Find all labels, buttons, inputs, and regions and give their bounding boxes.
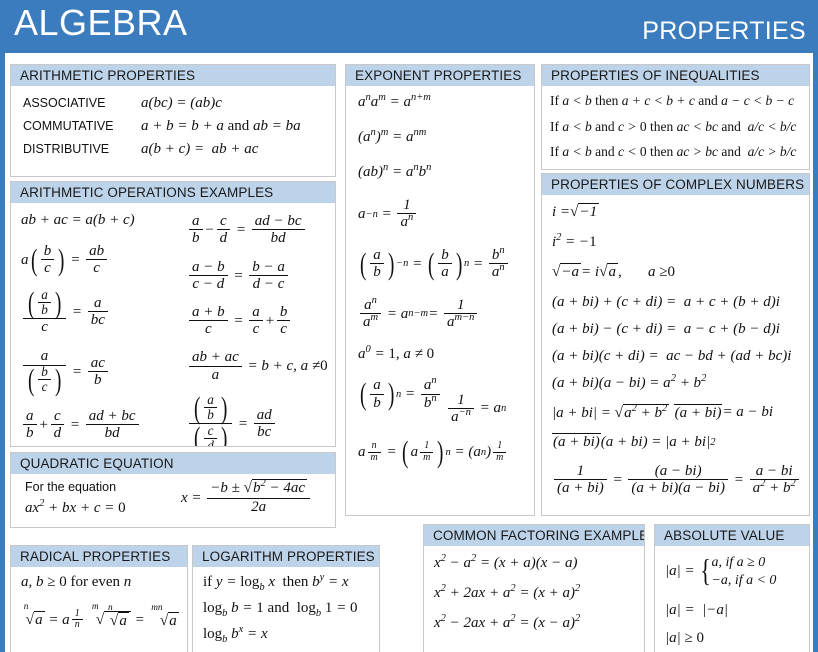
page-header-bar: ALGEBRA PROPERTIES [0, 0, 818, 53]
formula: a + bc = a c + b c [187, 304, 292, 338]
panel-absolute-value: ABSOLUTE VALUE |a| = { a, if a ≥ 0 −a, i… [654, 524, 810, 652]
formula: (a + bi) = a − bi [673, 403, 774, 421]
formula: an am = a n−m = 1 am−n [358, 295, 479, 331]
property-row-commutative: COMMUTATIVE a + b = b + a and ab = ba [23, 119, 325, 134]
formula: a0 = 1, a ≠ 0 [358, 344, 435, 363]
panel-title-quadratic-equation: QUADRATIC EQUATION [11, 453, 335, 474]
formula: If a < b and c < 0 then ac > bc and a/c … [550, 144, 797, 159]
panel-title-absolute-value: ABSOLUTE VALUE [655, 525, 809, 546]
formula: a b + c d = ad + bc bd [21, 408, 141, 442]
panel-radical-properties: RADICAL PROPERTIES a, b ≥ 0 for even n n… [10, 545, 188, 652]
formula: i = √ −1 [552, 203, 600, 221]
formula: a(b c) = ab c [21, 243, 109, 277]
formula: √ −a = i √ a, a ≥ 0 [552, 262, 675, 280]
property-label: ASSOCIATIVE [23, 96, 106, 110]
panel-properties-of-complex-numbers: PROPERTIES OF COMPLEX NUMBERS i = √ −1 i2… [541, 173, 810, 516]
panel-common-factoring-examples: COMMON FACTORING EXAMPLES x2 − a2 = (x +… [423, 524, 645, 652]
panel-title-common-factoring-examples: COMMON FACTORING EXAMPLES [424, 525, 644, 546]
formula: m √ n √ a = mn √ a [91, 602, 179, 629]
quadratic-formula: x = −b ± √ b2 − 4ac 2a [181, 479, 312, 516]
formula: |a| ≥ 0 [665, 629, 704, 646]
formula: 1 a−n = an [446, 392, 506, 425]
property-formula: a(bc) = (ab)c [141, 95, 222, 111]
formula: a −n = 1 an [358, 197, 418, 231]
right-rail [813, 53, 818, 652]
property-row-distributive: DISTRIBUTIVE a(b + c) = ab + ac [23, 142, 325, 157]
formula: a(b c) = ac b [21, 348, 110, 396]
formula: logb b = 1 and logb 1 = 0 [203, 600, 358, 619]
formula: 1 (a + bi) = (a − bi) (a + bi)(a − bi) = a… [552, 463, 801, 497]
formula: (an)m = anm [358, 127, 427, 145]
panel-exponent-properties: EXPONENT PROPERTIES anam = an+m (an)m = … [345, 64, 535, 516]
panel-title-properties-of-inequalities: PROPERTIES OF INEQUALITIES [542, 65, 809, 86]
panel-title-arithmetic-properties: ARITHMETIC PROPERTIES [11, 65, 335, 86]
formula: If a < b and c > 0 then ac < bc and a/c … [550, 118, 797, 134]
panel-arithmetic-properties: ARITHMETIC PROPERTIES ASSOCIATIVE a(bc) … [10, 64, 336, 177]
formula: (a + bi) (a + bi) = |a + bi| 2 [552, 433, 716, 451]
formula: ab + ac = a(b + c) [21, 212, 135, 228]
formula: a − bc − d = b − ad − c [187, 259, 290, 292]
panel-title-radical-properties: RADICAL PROPERTIES [11, 546, 187, 567]
quadratic-text-block: For the equation ax2 + bx + c = 0 [25, 480, 175, 516]
formula: anam = an+m [358, 92, 431, 110]
formula: (a b)(c d) = ad bc [187, 392, 277, 446]
quadratic-standard-form: ax2 + bx + c = 0 [25, 498, 126, 516]
property-label: COMMUTATIVE [23, 119, 114, 133]
formula: a, b ≥ 0 for even n [21, 574, 132, 590]
formula: x2 + 2ax + a2 = (x + a)2 [434, 583, 581, 601]
formula: i2 = −1 [552, 231, 597, 250]
formula: (a + bi) + (c + di) = a + c + (b + d)i [552, 293, 780, 310]
absolute-value-case-negative: −a, if a < 0 [711, 572, 777, 588]
formula: a b − c d = ad − bc bd [187, 213, 307, 247]
page-subtitle: PROPERTIES [642, 17, 806, 45]
formula: (ab)n = anbn [358, 376, 442, 411]
panel-title-logarithm-properties: LOGARITHM PROPERTIES [193, 546, 379, 567]
formula: if y = logb x then by = x [203, 572, 349, 593]
algebra-properties-sheet: ALGEBRA PROPERTIES ARITHMETIC PROPERTIES… [0, 0, 818, 652]
formula: |a + bi| = √ a2 + b2 [552, 402, 670, 421]
formula: (a b) −n = (b a) n = bn an [358, 245, 510, 280]
panel-logarithm-properties: LOGARITHM PROPERTIES if y = logb x then … [192, 545, 380, 652]
formula: |a| = |−a| [665, 601, 728, 618]
formula: x2 − a2 = (x + a)(x − a) [434, 553, 578, 571]
formula: logb bx = x [203, 624, 268, 645]
formula: (a + bi) − (c + di) = a − c + (b − d)i [552, 320, 780, 337]
operations-right-column: a b − c d = ad − bc bd a − bc − d = b − ad − … [187, 213, 329, 446]
panel-title-exponent-properties: EXPONENT PROPERTIES [346, 65, 534, 86]
property-row-associative: ASSOCIATIVE a(bc) = (ab)c [23, 96, 325, 111]
formula: If a < b then a + c < b + c and a − c < … [550, 93, 795, 108]
formula-piecewise: |a| = { a, if a ≥ 0 −a, if a < 0 [665, 553, 777, 589]
panel-title-properties-of-complex-numbers: PROPERTIES OF COMPLEX NUMBERS [542, 174, 809, 195]
property-label: DISTRIBUTIVE [23, 142, 110, 156]
panel-quadratic-equation: QUADRATIC EQUATION For the equation ax2 … [10, 452, 336, 528]
panel-properties-of-inequalities: PROPERTIES OF INEQUALITIES If a < b then… [541, 64, 810, 170]
quadratic-intro-text: For the equation [25, 480, 117, 494]
formula: (ab)n = anbn [358, 162, 432, 180]
panel-title-arithmetic-operations-examples: ARITHMETIC OPERATIONS EXAMPLES [11, 182, 335, 203]
page-title: ALGEBRA [14, 2, 188, 43]
operations-left-column: ab + ac = a(b + c) a(b c) = ab c (a b) c = a… [21, 212, 187, 446]
left-rail [0, 53, 5, 652]
property-formula: a + b = b + a and ab = ba [141, 118, 301, 134]
formula: (a + bi)(c + di) = ac − bd + (ad + bc)i [552, 347, 792, 364]
formula: n √ a = a1n [21, 603, 85, 632]
formula: ab + ac a = b + c, a ≠ 0 [187, 349, 328, 383]
property-formula: a(b + c) = ab + ac [141, 141, 259, 157]
formula: anm = (a 1 m) n = (a n) 1 m [358, 437, 508, 468]
formula: x2 − 2ax + a2 = (x − a)2 [434, 613, 581, 631]
panel-arithmetic-operations-examples: ARITHMETIC OPERATIONS EXAMPLES ab + ac =… [10, 181, 336, 447]
absolute-value-case-positive: a, if a ≥ 0 [711, 555, 766, 570]
formula: (a + bi)(a − bi) = a2 + b2 [552, 372, 707, 391]
formula: (a b) c = a bc [21, 287, 110, 336]
